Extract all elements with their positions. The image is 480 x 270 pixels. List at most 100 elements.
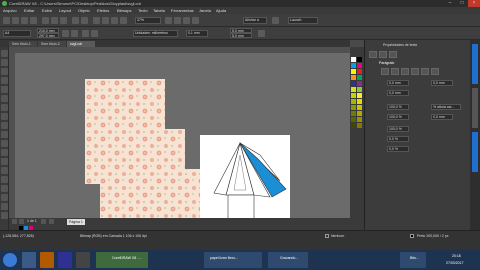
- swatch-black[interactable]: [357, 57, 362, 62]
- taskbar-coreldraw[interactable]: [96, 252, 148, 268]
- drop-shadow-icon[interactable]: [1, 158, 8, 165]
- shape-tool-icon[interactable]: [1, 59, 8, 66]
- launch-select[interactable]: Launch: [288, 17, 318, 24]
- first-line-indent-field[interactable]: 0,0 mm: [431, 80, 453, 86]
- swatch-pale-yellow[interactable]: [357, 93, 362, 98]
- illustrator-taskbar-icon[interactable]: [58, 252, 72, 268]
- ellipse-tool-icon[interactable]: [1, 113, 8, 120]
- parallel-dimension-icon[interactable]: [1, 140, 8, 147]
- eyedropper-icon[interactable]: [1, 176, 8, 183]
- outline-swatch[interactable]: [410, 234, 414, 238]
- nudge-field[interactable]: 0,1 mm: [186, 30, 208, 37]
- close-icon[interactable]: ×: [468, 0, 480, 7]
- text-tool-icon[interactable]: [1, 131, 8, 138]
- taskbar-bits[interactable]: [400, 252, 426, 268]
- rectangle-tool-icon[interactable]: [1, 104, 8, 111]
- swatch-brass[interactable]: [357, 117, 362, 122]
- pyramid-box-template[interactable]: [200, 135, 290, 218]
- swatch-orange[interactable]: [351, 75, 356, 80]
- pdf-icon[interactable]: [120, 17, 127, 24]
- settings-icon[interactable]: [272, 17, 279, 24]
- character-icon[interactable]: [369, 51, 377, 58]
- paragraph-icon[interactable]: [379, 51, 387, 58]
- copy-icon[interactable]: [51, 17, 58, 24]
- menu-janela[interactable]: Janela: [199, 8, 211, 13]
- menu-texto[interactable]: Texto: [138, 8, 148, 13]
- page-height-field[interactable]: 297,0 mm: [37, 33, 59, 38]
- undo-icon[interactable]: [72, 17, 79, 24]
- swatch-blue[interactable]: [351, 81, 356, 86]
- menu-arquivo[interactable]: Arquivo: [3, 8, 17, 13]
- options-icon[interactable]: [258, 30, 265, 37]
- interactive-fill-icon[interactable]: [1, 185, 8, 192]
- current-page-icon[interactable]: [91, 30, 98, 37]
- folder-taskbar-icon[interactable]: [76, 252, 90, 268]
- units-select[interactable]: Unidades: milímetros: [133, 30, 178, 37]
- swatch-gold[interactable]: [357, 99, 362, 104]
- print-icon[interactable]: [30, 17, 37, 24]
- firefox-taskbar-icon[interactable]: [40, 252, 54, 268]
- add-tool-icon[interactable]: [1, 212, 8, 219]
- menu-editar[interactable]: Editar: [24, 8, 34, 13]
- connector-tool-icon[interactable]: [1, 149, 8, 156]
- freehand-tool-icon[interactable]: [1, 86, 8, 93]
- outline-pen-icon[interactable]: [1, 203, 8, 210]
- previous-page-icon[interactable]: [19, 219, 24, 224]
- clock-date[interactable]: 27/03/2017: [446, 261, 464, 265]
- tab-hints[interactable]: [472, 132, 478, 172]
- crop-tool-icon[interactable]: [1, 68, 8, 75]
- pick-tool-icon[interactable]: [1, 50, 8, 57]
- duplicate-y-field[interactable]: 5,0 mm: [230, 33, 252, 38]
- import-icon[interactable]: [102, 17, 109, 24]
- paste-icon[interactable]: [60, 17, 67, 24]
- align-center-icon[interactable]: [401, 68, 409, 75]
- new-document-icon[interactable]: [3, 17, 10, 24]
- menu-ajuda[interactable]: Ajuda: [216, 8, 226, 13]
- page-1-tab[interactable]: Página 1: [67, 219, 85, 225]
- menu-layout[interactable]: Layout: [59, 8, 71, 13]
- align-right-icon[interactable]: [411, 68, 419, 75]
- all-pages-icon[interactable]: [82, 30, 89, 37]
- language-spacing-field[interactable]: 0,0 %: [387, 146, 409, 152]
- search-icon[interactable]: [93, 17, 100, 24]
- floral-pattern-bitmap[interactable]: [85, 79, 205, 218]
- save-icon[interactable]: [21, 17, 28, 24]
- swatch-dark-moss[interactable]: [351, 117, 356, 122]
- before-paragraph-field[interactable]: 100,0 %: [387, 114, 409, 120]
- menu-ferramentas[interactable]: Ferramentas: [171, 8, 194, 13]
- explorer-taskbar-icon[interactable]: [22, 252, 36, 268]
- align-left-icon[interactable]: [391, 68, 399, 75]
- swatch-light-green[interactable]: [357, 87, 362, 92]
- swatch-lime[interactable]: [351, 87, 356, 92]
- first-page-icon[interactable]: [12, 219, 17, 224]
- swatch-white[interactable]: [351, 57, 356, 62]
- open-icon[interactable]: [12, 17, 19, 24]
- cut-icon[interactable]: [42, 17, 49, 24]
- export-icon[interactable]: [111, 17, 118, 24]
- menu-exibir[interactable]: Exibir: [42, 8, 52, 13]
- snap-to-select[interactable]: Alinhar a: [243, 17, 267, 24]
- swatch-deep-olive[interactable]: [351, 123, 356, 128]
- menu-bitmaps[interactable]: Bitmaps: [117, 8, 131, 13]
- smart-fill-icon[interactable]: [1, 194, 8, 201]
- word-spacing-field[interactable]: 0,0 %: [387, 136, 409, 142]
- next-page-icon[interactable]: [41, 219, 46, 224]
- rulers-icon[interactable]: [174, 17, 181, 24]
- swatch-red[interactable]: [357, 69, 362, 74]
- page-size-select[interactable]: A4: [3, 30, 31, 37]
- last-page-icon[interactable]: [49, 219, 54, 224]
- swatch-olive[interactable]: [351, 99, 356, 104]
- menu-efeitos[interactable]: Efeitos: [97, 8, 109, 13]
- tab-object-properties[interactable]: [472, 44, 478, 84]
- swatch-green[interactable]: [357, 75, 362, 80]
- char-spacing-field[interactable]: 100,0 %: [387, 126, 409, 132]
- zoom-tool-icon[interactable]: [1, 77, 8, 84]
- zoom-select[interactable]: 37%: [135, 17, 161, 24]
- menu-tabela[interactable]: Tabela: [153, 8, 165, 13]
- fill-swatch[interactable]: [325, 234, 329, 238]
- grid-icon[interactable]: [183, 17, 190, 24]
- align-none-icon[interactable]: [381, 68, 389, 75]
- tab-text-properties[interactable]: [472, 88, 478, 128]
- menu-objeto[interactable]: Objeto: [78, 8, 90, 13]
- guidelines-icon[interactable]: [192, 17, 199, 24]
